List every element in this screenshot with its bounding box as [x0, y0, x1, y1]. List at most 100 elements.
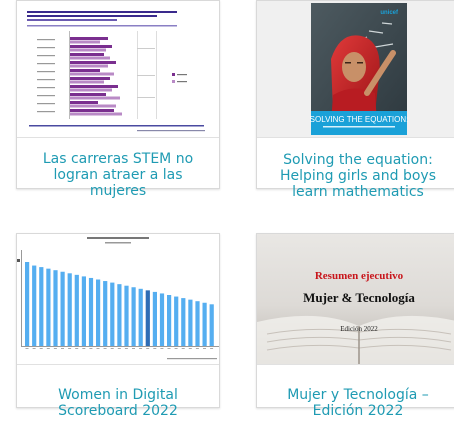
thumbnail-bar: [70, 64, 108, 68]
cover-kicker: Resumen ejecutivo: [315, 270, 404, 282]
thumbnail-tick: [68, 348, 72, 349]
thumbnail-bar: [131, 287, 136, 346]
thumbnail-bar: [124, 285, 129, 346]
thumbnail-row-label: [37, 87, 55, 89]
thumbnail-tick: [75, 348, 79, 349]
thumbnail-tick: [210, 348, 214, 349]
thumbnail-bar: [96, 279, 101, 346]
thumbnail-bar: [81, 276, 86, 346]
card-title[interactable]: Solving the equation: Helping girls and …: [265, 152, 451, 200]
thumbnail-bar: [195, 301, 200, 346]
report-cover-thumbnail[interactable]: Resumen ejecutivo Mujer & Tecnología Edi…: [257, 234, 454, 364]
thumbnail-tick: [61, 348, 64, 349]
thumbnail-bar: [46, 268, 51, 346]
thumbnail-bar: [181, 298, 186, 346]
thumbnail-bar: [70, 61, 116, 64]
thumbnail-bar: [202, 302, 207, 346]
thumbnail-row-label: [37, 79, 55, 81]
resource-card-stem[interactable]: Las carreras STEM no logran atraer a las…: [16, 0, 220, 199]
thumbnail-bar: [70, 56, 110, 60]
stem-chart-thumbnail[interactable]: [17, 1, 219, 137]
thumbnail-tick: [139, 348, 143, 349]
thumbnail-row-label: [37, 55, 55, 57]
thumbnail-tick: [82, 348, 86, 349]
thumbnail-bar: [70, 109, 114, 112]
cover-title: SOLVING THE EQUATION:: [310, 115, 409, 124]
thumbnail-tick: [195, 348, 199, 349]
thumbnail-tick: [174, 348, 178, 349]
thumbnail-tick: [203, 348, 206, 349]
thumbnail-row-label: [37, 71, 55, 73]
thumbnail-bar: [70, 104, 116, 108]
thumbnail-bar: [70, 80, 104, 84]
card-title[interactable]: Las carreras STEM no logran atraer a las…: [25, 151, 211, 199]
thumbnail-bar: [70, 69, 100, 72]
resource-card-solving-equation[interactable]: SOLVING THE EQUATION: unicef Solving the…: [256, 0, 454, 200]
thumbnail-tick: [25, 348, 29, 349]
thumbnail-bar: [70, 85, 118, 88]
thumbnail-bar: [70, 53, 104, 56]
thumbnail-bar: [167, 295, 172, 346]
thumbnail-bar: [53, 270, 58, 346]
thumbnail-row-label: [37, 111, 55, 113]
thumbnail-bar: [70, 45, 112, 48]
thumbnail-bar: [188, 299, 193, 346]
thumbnail-bar: [110, 282, 115, 346]
cover-title: Mujer & Tecnología: [303, 290, 415, 305]
thumbnail-bar: [70, 48, 106, 52]
cover-edition: Edición 2022: [340, 325, 378, 333]
thumbnail-bar: [25, 262, 30, 346]
thumbnail-tick: [181, 348, 185, 349]
resource-card-women-in-digital[interactable]: Women in Digital Scoreboard 2022: [16, 233, 220, 419]
thumbnail-row-label: [37, 47, 55, 49]
thumbnail-bar: [39, 267, 44, 346]
thumbnail-bar: [32, 265, 37, 346]
scoreboard-chart-thumbnail[interactable]: [17, 234, 219, 364]
resource-card-mujer-tecnologia[interactable]: Resumen ejecutivo Mujer & Tecnología Edi…: [256, 233, 454, 419]
thumbnail-bar: [74, 274, 79, 346]
thumbnail-bar: [70, 112, 122, 116]
thumbnail-bar: [138, 288, 143, 346]
thumbnail-tick: [153, 348, 157, 349]
thumbnail-row-label: [37, 95, 55, 97]
thumbnail-bar: [103, 281, 108, 346]
thumbnail-tick: [46, 348, 50, 349]
thumbnail-tick: [188, 348, 192, 349]
thumbnail-bar: [88, 277, 94, 346]
thumbnail-bar: [209, 304, 214, 346]
thumbnail-bar: [70, 96, 120, 100]
thumbnail-row-label: [37, 39, 55, 41]
thumbnail-bar: [159, 293, 165, 346]
thumbnail-bar: [70, 101, 98, 104]
thumbnail-tick: [167, 348, 171, 349]
thumbnail-bar: [145, 290, 150, 346]
thumbnail-tick: [32, 348, 36, 349]
thumbnail-bar: [67, 273, 72, 346]
thumbnail-bar: [70, 40, 100, 44]
card-title[interactable]: Women in Digital Scoreboard 2022: [25, 387, 211, 419]
thumbnail-bar: [70, 77, 110, 80]
thumbnail-bar: [70, 72, 114, 76]
thumbnail-tick: [132, 348, 135, 349]
thumbnail-tick: [89, 348, 93, 349]
thumbnail-tick: [160, 348, 164, 349]
thumbnail-tick: [146, 348, 150, 349]
card-title[interactable]: Mujer y Tecnología – Edición 2022: [265, 387, 451, 419]
thumbnail-tick: [110, 348, 114, 349]
thumbnail-tick: [103, 348, 107, 349]
report-cover-thumbnail[interactable]: SOLVING THE EQUATION: unicef: [257, 1, 454, 137]
thumbnail-bar: [70, 37, 108, 40]
thumbnail-bar: [174, 296, 179, 346]
thumbnail-bar: [152, 291, 157, 346]
thumbnail-tick: [124, 348, 128, 349]
thumbnail-tick: [117, 348, 121, 349]
thumbnail-row-label: [37, 103, 55, 105]
unicef-logo: unicef: [380, 10, 399, 16]
thumbnail-tick: [53, 348, 57, 349]
thumbnail-bar: [60, 271, 65, 346]
thumbnail-row-label: [37, 63, 55, 65]
thumbnail-bar: [70, 93, 106, 96]
thumbnail-tick: [39, 348, 43, 349]
thumbnail-bar: [117, 284, 122, 346]
thumbnail-bar: [70, 88, 112, 92]
